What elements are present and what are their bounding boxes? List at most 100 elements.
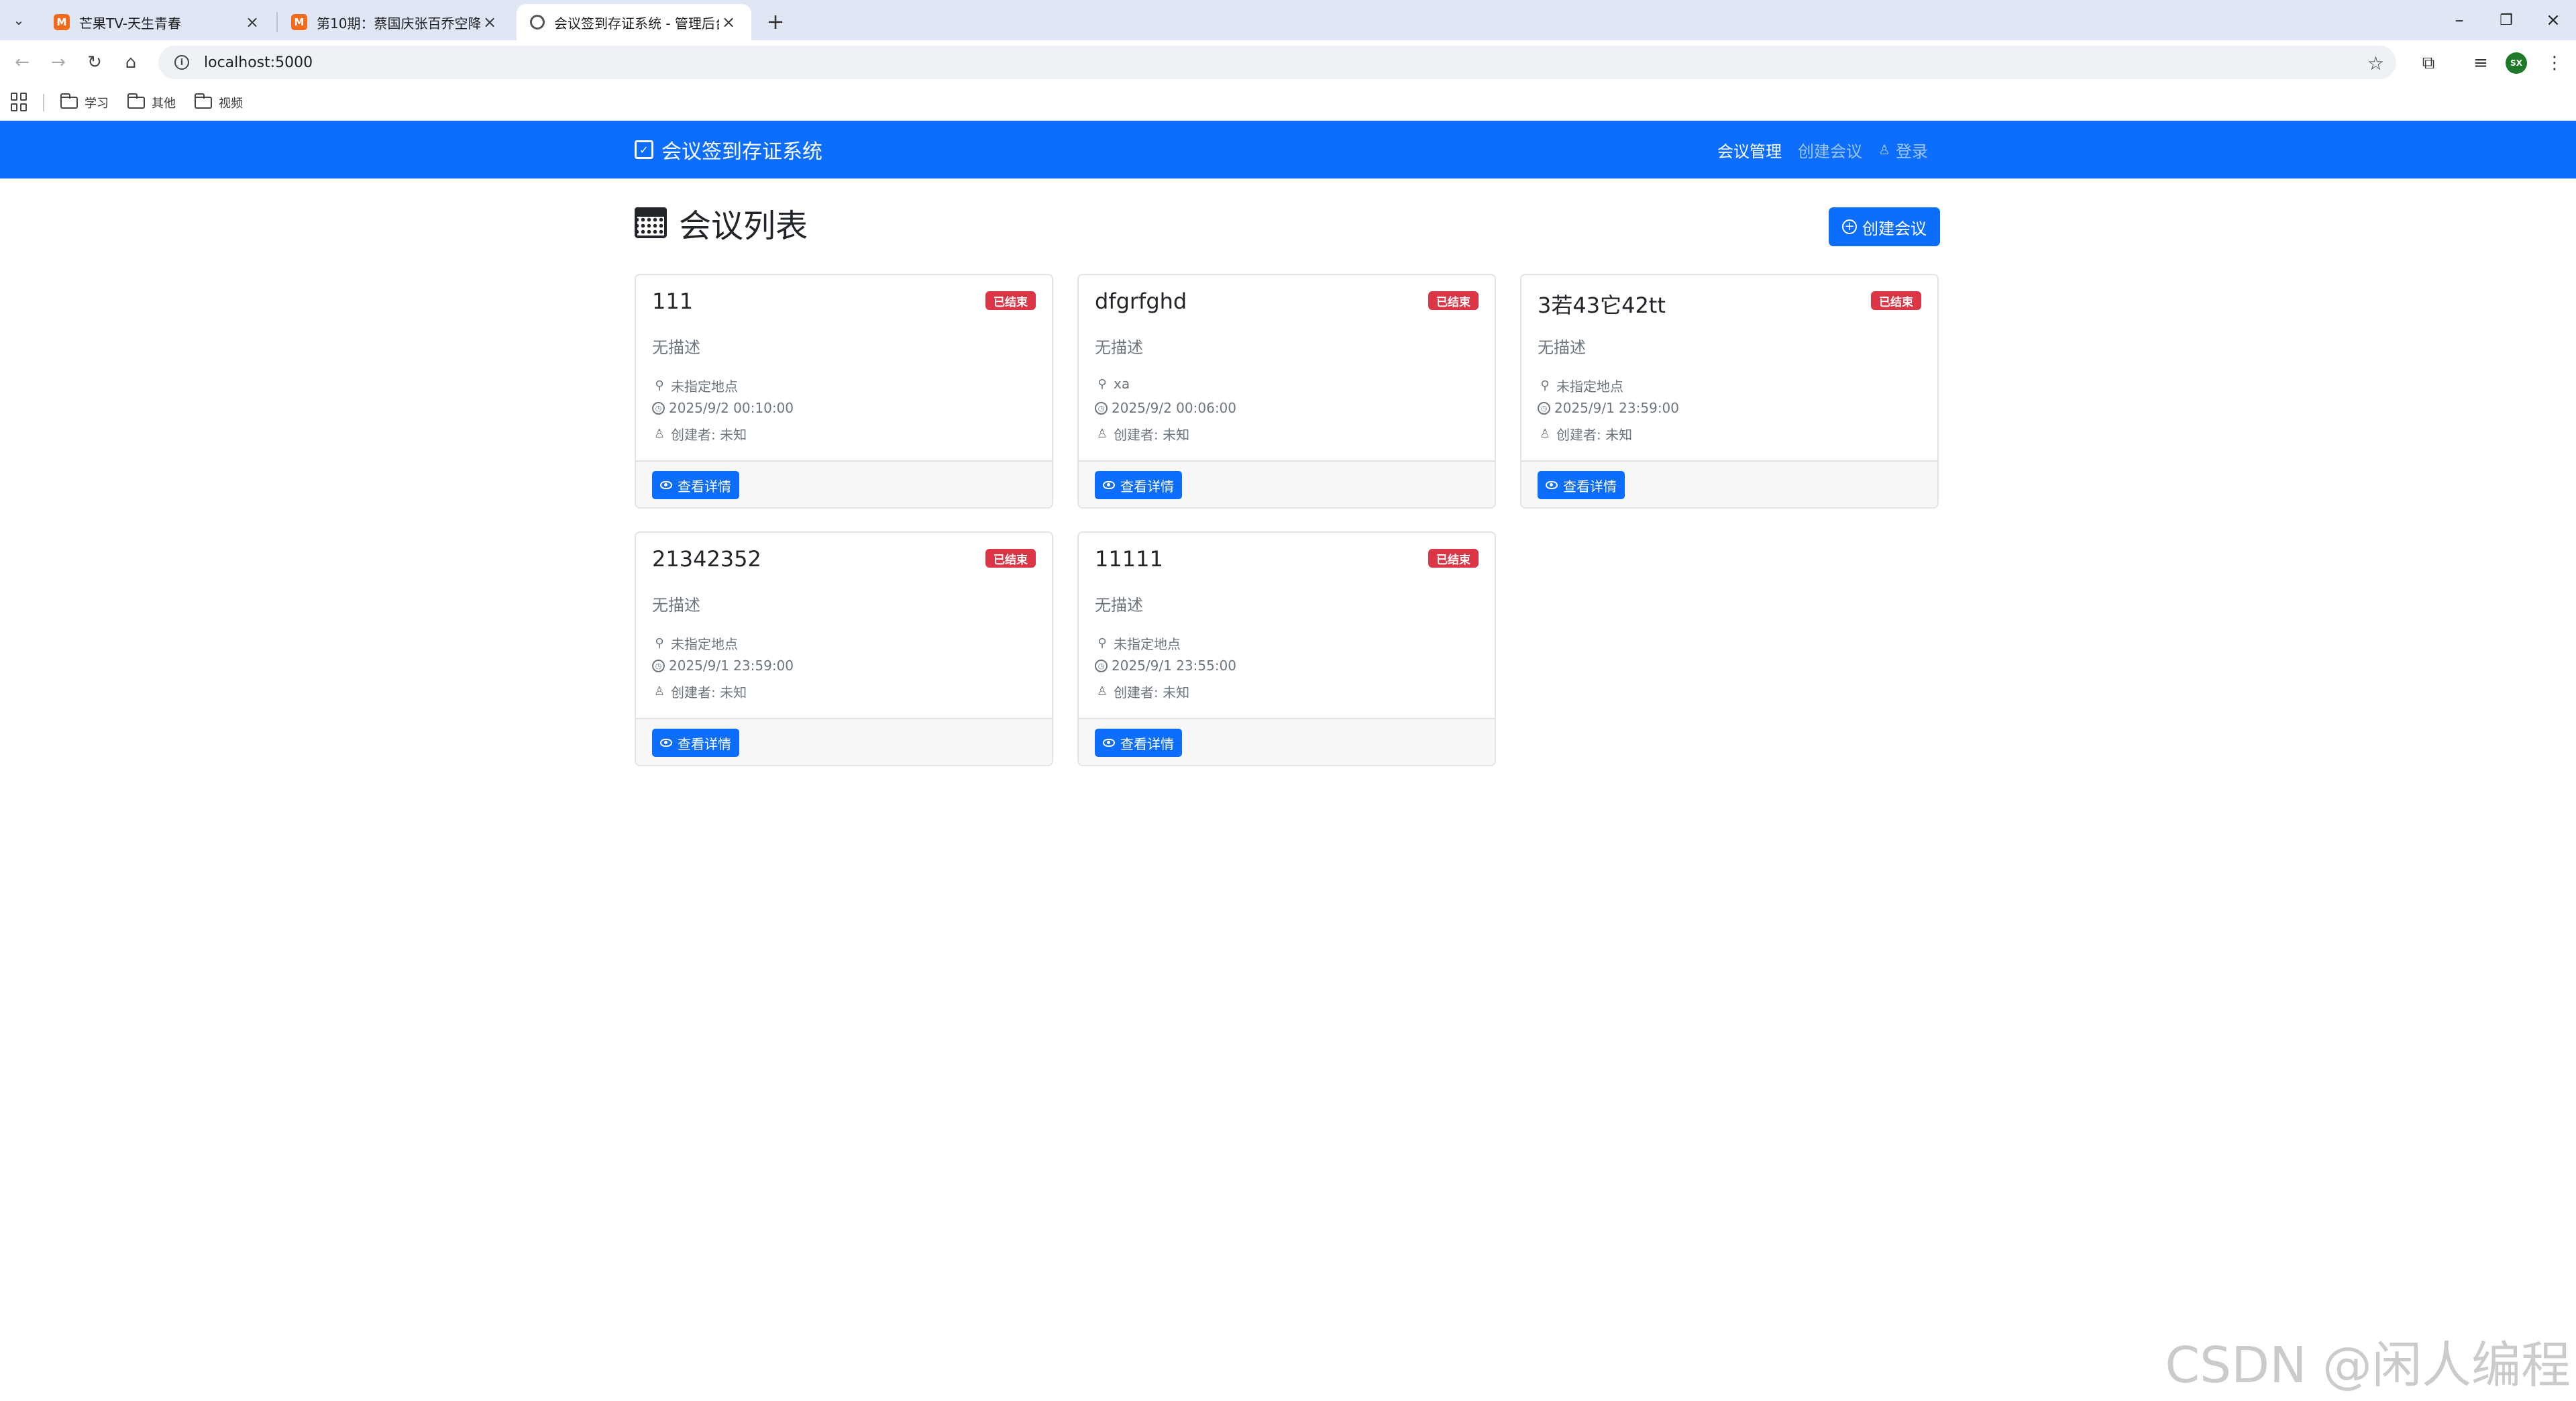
meeting-creator: ♙ 创建者: 未知 <box>1095 682 1189 701</box>
meeting-location: ⚲ 未指定地点 <box>1538 376 1623 395</box>
browser-tabstrip: ⌄ M 芒果TV-天生青春 × M 第10期：蔡国庆张百乔空降帮派 × 会议签到… <box>0 0 2576 40</box>
view-details-button[interactable]: 查看详情 <box>652 729 739 757</box>
close-icon[interactable]: × <box>243 13 262 32</box>
page-header: 会议列表 <box>635 201 808 245</box>
meeting-creator-text: 创建者: 未知 <box>1556 427 1633 443</box>
meeting-creator-text: 创建者: 未知 <box>671 427 747 443</box>
meeting-creator: ♙ 创建者: 未知 <box>652 682 747 701</box>
person-icon: ♙ <box>1539 427 1551 441</box>
meeting-title: dfgrfghd <box>1095 289 1187 314</box>
csdn-watermark: CSDN @闲人编程 <box>2165 1337 2571 1394</box>
mango-tv-icon: M <box>291 14 307 30</box>
browser-tab[interactable]: M 芒果TV-天生青春 × <box>40 4 275 40</box>
page-title: 会议列表 <box>679 207 808 245</box>
card-body: 3若43它42tt 已结束 无描述 ⚲ 未指定地点 ◷ 2025/9/1 23:… <box>1521 275 1937 460</box>
meeting-title: 3若43它42tt <box>1538 293 1666 318</box>
nav-login[interactable]: ♙ 登录 <box>1878 121 1928 178</box>
meeting-creator: ♙ 创建者: 未知 <box>1095 424 1189 444</box>
address-bar[interactable]: i localhost:5000 ☆ <box>158 46 2396 79</box>
clock-icon: ◷ <box>1095 401 1108 415</box>
calendar-check-icon: ✓ <box>635 140 653 159</box>
meeting-location-text: 未指定地点 <box>1114 636 1181 652</box>
create-meeting-button[interactable]: + 创建会议 <box>1829 207 1940 246</box>
calendar-icon <box>635 207 667 238</box>
meeting-location-text: xa <box>1114 376 1130 392</box>
eye-icon <box>660 481 672 489</box>
eye-icon <box>1103 481 1115 489</box>
meeting-location: ⚲ 未指定地点 <box>652 633 738 653</box>
apps-grid-icon[interactable] <box>11 93 30 111</box>
clock-icon: ◷ <box>652 401 665 415</box>
card-footer: 查看详情 <box>1079 460 1495 507</box>
folder-icon <box>127 93 145 109</box>
status-badge: 已结束 <box>1428 291 1479 310</box>
view-details-button[interactable]: 查看详情 <box>652 471 739 499</box>
meeting-time-text: 2025/9/1 23:55:00 <box>1112 658 1237 674</box>
location-pin-icon: ⚲ <box>1097 376 1107 391</box>
forward-arrow-icon[interactable]: → <box>44 48 72 76</box>
bookmark-star-icon[interactable]: ☆ <box>2367 52 2384 74</box>
clock-icon: ◷ <box>1538 401 1550 415</box>
minimize-icon[interactable]: – <box>2439 7 2479 34</box>
meeting-location-text: 未指定地点 <box>671 636 738 652</box>
window-close-icon[interactable]: × <box>2533 7 2573 34</box>
site-info-icon[interactable]: i <box>174 55 189 70</box>
view-details-label: 查看详情 <box>1120 478 1174 495</box>
nav-create-meeting[interactable]: 创建会议 <box>1798 121 1862 178</box>
bookmark-label: 其他 <box>152 97 176 111</box>
restore-icon[interactable]: ❐ <box>2486 7 2526 34</box>
extensions-puzzle-icon[interactable]: ⧉ <box>2415 50 2442 76</box>
card-footer: 查看详情 <box>1521 460 1937 507</box>
view-details-button[interactable]: 查看详情 <box>1095 471 1182 499</box>
bookmark-folder-video[interactable]: 视频 <box>195 91 243 114</box>
person-icon: ♙ <box>1878 142 1890 158</box>
close-icon[interactable]: × <box>719 13 738 32</box>
meeting-location-text: 未指定地点 <box>1556 378 1623 395</box>
meeting-time-text: 2025/9/1 23:59:00 <box>669 658 794 674</box>
bookmarks-bar: 学习 其他 视频 <box>0 85 2576 121</box>
meeting-location: ⚲ 未指定地点 <box>652 376 738 395</box>
meeting-time-text: 2025/9/1 23:59:00 <box>1554 400 1680 416</box>
reload-icon[interactable]: ↻ <box>80 48 109 76</box>
card-footer: 查看详情 <box>1079 718 1495 765</box>
bookmark-label: 学习 <box>85 97 109 111</box>
meeting-title: 111 <box>652 289 694 314</box>
card-body: dfgrfghd 已结束 无描述 ⚲ xa ◷ 2025/9/2 00:06:0… <box>1079 275 1495 460</box>
card-footer: 查看详情 <box>636 460 1052 507</box>
person-icon: ♙ <box>653 684 665 698</box>
profile-avatar[interactable]: SX <box>2506 52 2527 74</box>
location-pin-icon: ⚲ <box>655 636 664 650</box>
meeting-card: 21342352 已结束 无描述 ⚲ 未指定地点 ◷ 2025/9/1 23:5… <box>635 531 1053 766</box>
bookmark-folder-study[interactable]: 学习 <box>60 91 109 114</box>
home-icon[interactable]: ⌂ <box>117 48 145 76</box>
app-brand[interactable]: ✓ 会议签到存证系统 <box>635 121 822 178</box>
card-body: 111 已结束 无描述 ⚲ 未指定地点 ◷ 2025/9/2 00:10:00 … <box>636 275 1052 460</box>
address-url[interactable]: localhost:5000 <box>204 54 313 71</box>
status-badge: 已结束 <box>985 291 1036 310</box>
bookmark-label: 视频 <box>219 97 243 111</box>
close-icon[interactable]: × <box>480 13 499 32</box>
clock-icon: ◷ <box>1095 659 1108 672</box>
meeting-time: ◷ 2025/9/1 23:59:00 <box>652 658 794 674</box>
new-tab-button[interactable]: + <box>762 8 789 35</box>
meeting-title: 21342352 <box>652 546 761 572</box>
eye-icon <box>1103 739 1115 747</box>
tab-search-chevron-icon[interactable]: ⌄ <box>5 7 32 34</box>
status-badge: 已结束 <box>1871 291 1921 310</box>
meeting-card: 3若43它42tt 已结束 无描述 ⚲ 未指定地点 ◷ 2025/9/1 23:… <box>1520 274 1939 509</box>
back-arrow-icon[interactable]: ← <box>8 48 36 76</box>
browser-tab[interactable]: M 第10期：蔡国庆张百乔空降帮派 × <box>278 4 513 40</box>
view-details-button[interactable]: 查看详情 <box>1538 471 1625 499</box>
browser-menu-icon[interactable]: ⋮ <box>2541 50 2568 76</box>
browser-tab-active[interactable]: 会议签到存证系统 - 管理后台 × <box>517 4 751 40</box>
meeting-creator: ♙ 创建者: 未知 <box>1538 424 1632 444</box>
view-details-button[interactable]: 查看详情 <box>1095 729 1182 757</box>
nav-meeting-manage[interactable]: 会议管理 <box>1717 121 1782 178</box>
nav-login-label: 登录 <box>1895 142 1928 161</box>
bookmark-folder-other[interactable]: 其他 <box>127 91 176 114</box>
media-playlist-icon[interactable]: ≡ <box>2467 50 2494 76</box>
folder-icon <box>195 93 212 109</box>
meeting-description: 无描述 <box>652 338 700 357</box>
app-navbar: ✓ 会议签到存证系统 会议管理 创建会议 ♙ 登录 <box>0 121 2576 178</box>
brand-title: 会议签到存证系统 <box>661 140 822 164</box>
